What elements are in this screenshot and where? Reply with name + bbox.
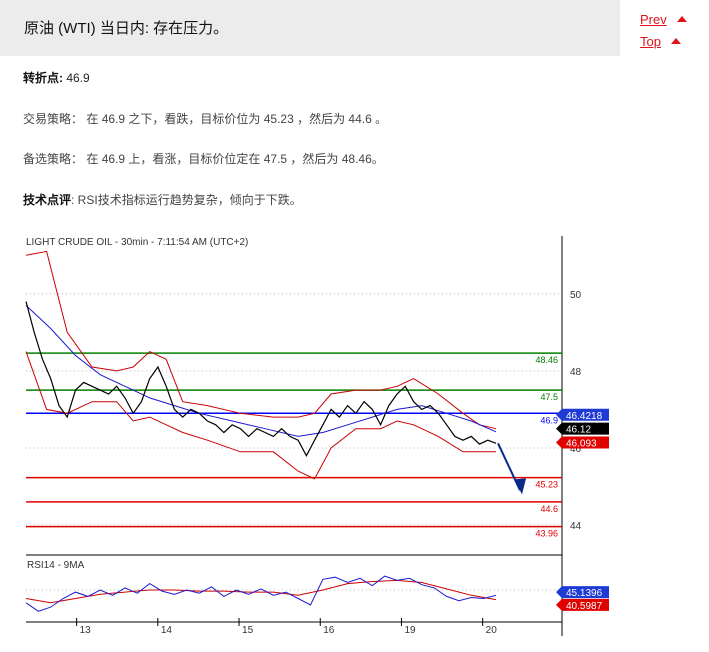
pivot-line: 转折点: 46.9: [23, 69, 90, 86]
price-tag-text: 46.093: [566, 439, 597, 450]
moving-average-line: [25, 305, 497, 437]
rsi-line: [25, 575, 497, 612]
alternative-label: 备选策略：: [23, 152, 84, 166]
rsi-title: RSI14 - 9MA: [27, 560, 85, 571]
pivot-value: 46.9: [66, 71, 90, 85]
rsi-tag-text: 45.1396: [566, 588, 603, 599]
y-tick-label: 50: [570, 290, 582, 301]
x-tick-label: 13: [80, 625, 92, 636]
y-tick-label: 48: [570, 367, 582, 378]
up-arrow-icon: [676, 15, 687, 22]
rsi-tag-text: 40.5987: [566, 601, 603, 612]
up-arrow-icon: [670, 37, 681, 44]
level-label: 43.96: [535, 529, 558, 539]
pivot-label: 转折点:: [23, 71, 63, 85]
price-tag: 46.12: [556, 422, 609, 436]
strategy-text: 在 46.9 之下，看跌，目标价位为 45.23 ，然后为 44.6 。: [86, 112, 388, 126]
price-tag-text: 46.12: [566, 425, 591, 436]
level-label: 46.9: [540, 415, 558, 425]
price-line: [25, 301, 497, 457]
prev-link[interactable]: Prev: [640, 12, 687, 27]
x-tick-label: 14: [161, 625, 173, 636]
top-label[interactable]: Top: [640, 34, 661, 49]
price-tag-text: 46.4218: [566, 411, 603, 422]
prev-label[interactable]: Prev: [640, 12, 667, 27]
level-label: 44.6: [540, 504, 558, 514]
title-bar: 原油 (WTI) 当日内: 存在压力。: [0, 0, 620, 56]
x-tick-label: 16: [323, 625, 335, 636]
price-tag: 46.093: [556, 436, 609, 450]
alternative-line: 备选策略： 在 46.9 上，看涨，目标价位定在 47.5 ，然后为 48.46…: [23, 150, 384, 167]
level-label: 45.23: [535, 480, 558, 490]
x-tick-label: 15: [242, 625, 254, 636]
comment-label: 技术点评: [23, 193, 72, 207]
comment-line: 技术点评: RSI技术指标运行趋势复杂，倾向于下跌。: [23, 191, 302, 208]
x-tick-label: 20: [486, 625, 498, 636]
level-label: 47.5: [540, 392, 558, 402]
page-title: 原油 (WTI) 当日内: 存在压力。: [24, 20, 229, 37]
top-link[interactable]: Top: [640, 34, 681, 49]
price-tag: 46.4218: [556, 408, 609, 422]
forecast-arrow-head: [514, 478, 527, 495]
strategy-line: 交易策略： 在 46.9 之下，看跌，目标价位为 45.23 ，然后为 44.6…: [23, 110, 387, 127]
comment-text: : RSI技术指标运行趋势复杂，倾向于下跌。: [71, 193, 302, 207]
rsi-tag: 45.1396: [556, 586, 609, 599]
y-tick-label: 44: [570, 521, 582, 532]
alternative-text: 在 46.9 上，看涨，目标价位定在 47.5 ，然后为 48.46。: [86, 152, 384, 166]
chart-title: LIGHT CRUDE OIL - 30min - 7:11:54 AM (UT…: [26, 237, 248, 248]
x-tick-label: 19: [404, 625, 416, 636]
level-label: 48.46: [535, 355, 558, 365]
rsi-tag: 40.5987: [556, 598, 609, 612]
price-chart: LIGHT CRUDE OIL - 30min - 7:11:54 AM (UT…: [25, 236, 609, 636]
strategy-label: 交易策略：: [23, 112, 84, 126]
